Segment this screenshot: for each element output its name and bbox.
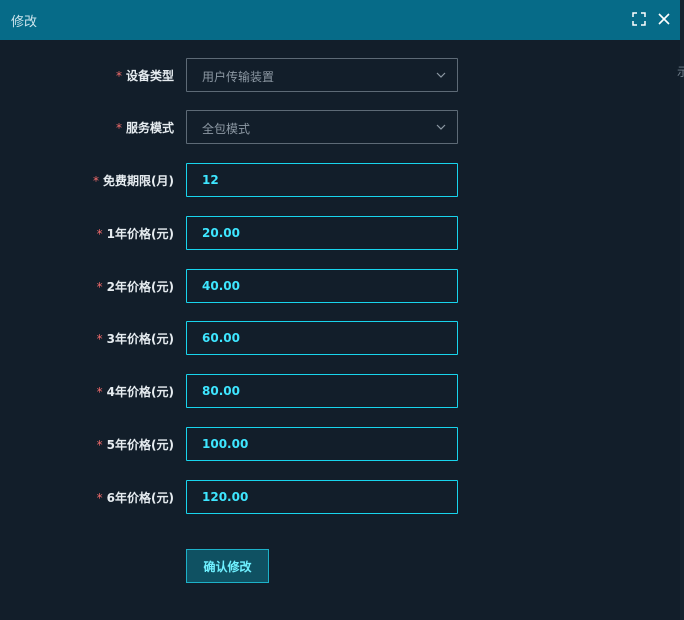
price-year-1-input[interactable] — [186, 216, 458, 250]
price-year-1-label-text: 1年价格(元) — [106, 227, 174, 241]
price-year-4-label-text: 4年价格(元) — [106, 385, 174, 399]
price-year-1-label: * 1年价格(元) — [97, 225, 174, 242]
required-mark: * — [96, 227, 103, 241]
service-mode-row: * 服务模式 全包模式 — [0, 110, 680, 144]
price-year-4-label: * 4年价格(元) — [97, 383, 174, 400]
device-type-label: * 设备类型 — [116, 67, 174, 84]
device-type-select[interactable]: 用户传输装置 — [186, 58, 458, 92]
price-year-5-label-text: 5年价格(元) — [106, 438, 174, 452]
background-panel-text: 示 — [677, 65, 684, 79]
required-mark: * — [96, 280, 103, 294]
price-year-2-row: * 2年价格(元) — [0, 269, 680, 303]
price-year-3-label: * 3年价格(元) — [97, 330, 174, 347]
required-mark: * — [115, 69, 122, 83]
price-year-6-row: * 6年价格(元) — [0, 480, 680, 514]
required-mark: * — [115, 121, 122, 135]
price-year-3-row: * 3年价格(元) — [0, 321, 680, 355]
dialog-title: 修改 — [11, 15, 38, 30]
price-year-4-row: * 4年价格(元) — [0, 374, 680, 408]
chevron-down-icon — [436, 124, 446, 130]
device-type-row: * 设备类型 用户传输装置 — [0, 58, 680, 92]
free-period-label-text: 免费期限(月) — [103, 174, 174, 188]
fullscreen-icon[interactable] — [630, 10, 648, 28]
price-year-2-label: * 2年价格(元) — [97, 278, 174, 295]
device-type-label-text: 设备类型 — [125, 69, 174, 83]
price-year-3-input[interactable] — [186, 321, 458, 355]
background-panel-edge — [680, 0, 684, 620]
confirm-edit-button[interactable]: 确认修改 — [186, 549, 269, 583]
close-icon[interactable] — [655, 10, 673, 28]
price-year-2-label-text: 2年价格(元) — [106, 280, 174, 294]
price-year-5-input[interactable] — [186, 427, 458, 461]
price-year-6-label: * 6年价格(元) — [97, 489, 174, 506]
price-year-1-row: * 1年价格(元) — [0, 216, 680, 250]
price-year-2-input[interactable] — [186, 269, 458, 303]
free-period-row: * 免费期限(月) — [0, 163, 680, 197]
chevron-down-icon — [436, 72, 446, 78]
dialog-titlebar: 修改 — [0, 0, 680, 40]
required-mark: * — [93, 174, 100, 188]
device-type-value: 用户传输装置 — [202, 70, 275, 84]
edit-dialog: 修改 * 设备类型 用户传输装置 * 服务模式 全包模式 * 免费期限(月) 1… — [0, 0, 680, 620]
required-mark: * — [96, 332, 103, 346]
service-mode-value: 全包模式 — [202, 122, 251, 136]
service-mode-label-text: 服务模式 — [125, 121, 174, 135]
price-year-6-input[interactable] — [186, 480, 458, 514]
price-year-3-label-text: 3年价格(元) — [106, 332, 174, 346]
free-period-label: * 免费期限(月) — [93, 172, 174, 189]
required-mark: * — [96, 491, 103, 505]
service-mode-select[interactable]: 全包模式 — [186, 110, 458, 144]
price-year-4-input[interactable] — [186, 374, 458, 408]
service-mode-label: * 服务模式 — [116, 119, 174, 136]
required-mark: * — [96, 385, 103, 399]
price-year-5-label: * 5年价格(元) — [97, 436, 174, 453]
free-period-input[interactable] — [186, 163, 458, 197]
required-mark: * — [96, 438, 103, 452]
price-year-5-row: * 5年价格(元) — [0, 427, 680, 461]
price-year-6-label-text: 6年价格(元) — [106, 491, 174, 505]
